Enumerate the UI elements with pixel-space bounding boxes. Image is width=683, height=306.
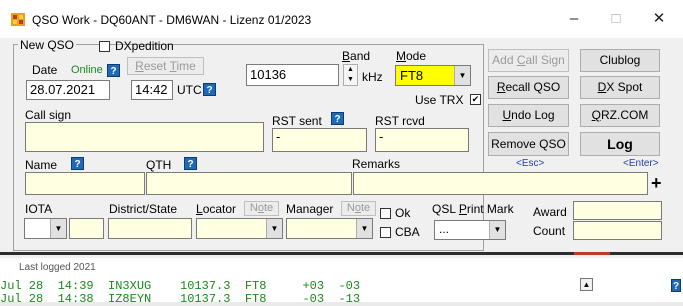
qsl-print-select[interactable]: ... ▼ — [434, 220, 506, 240]
minimize-button[interactable]: – — [554, 4, 594, 34]
award-field[interactable] — [573, 201, 662, 220]
spin-down-icon[interactable]: ▼ — [344, 75, 357, 85]
recall-qso-button[interactable]: Recall QSO — [488, 76, 569, 99]
log-line[interactable]: Jul 28 14:38 IZ8EYN 10137.3 FT8 -03 -13 — [0, 292, 360, 306]
title-bar: QSO Work - DQ60ANT - DM6WAN - Lizenz 01/… — [0, 0, 683, 39]
mode-value: FT8 — [400, 68, 424, 83]
chevron-down-icon[interactable]: ▼ — [454, 66, 470, 85]
call-sign-field[interactable] — [25, 122, 264, 152]
app-icon — [11, 13, 25, 26]
rst-help-icon[interactable]: ? — [331, 112, 344, 125]
dx-spot-button[interactable]: DX Spot — [580, 76, 660, 99]
ok-checkbox[interactable] — [380, 208, 391, 219]
add-call-sign-button[interactable]: Add Call Sign — [488, 49, 569, 72]
count-field[interactable] — [573, 221, 662, 240]
call-sign-label: Call sign — [25, 108, 72, 122]
ok-label: Ok — [395, 206, 411, 220]
name-label: Name — [25, 158, 58, 172]
remarks-label: Remarks — [352, 157, 401, 171]
log-line[interactable]: Jul 28 14:39 IN3XUG 10137.3 FT8 +03 -03 — [0, 279, 360, 293]
utc-help-icon[interactable]: ? — [203, 83, 216, 96]
chevron-down-icon[interactable]: ▼ — [50, 219, 66, 238]
district-field[interactable] — [108, 218, 192, 239]
scroll-up-icon[interactable]: ▲ — [580, 278, 593, 291]
close-button[interactable]: ✕ — [639, 4, 679, 34]
rst-sent-field[interactable]: - — [272, 128, 367, 152]
rst-rcvd-field[interactable]: - — [375, 128, 469, 152]
log-panel: Last logged 2021 Jul 28 14:39 IN3XUG 101… — [0, 258, 683, 306]
log-help-icon[interactable]: ? — [671, 279, 681, 292]
count-label: Count — [533, 224, 566, 238]
rst-rcvd-label: RST rcvd — [375, 114, 425, 128]
chevron-down-icon[interactable]: ▼ — [489, 221, 505, 239]
iota-select[interactable]: ▼ — [24, 218, 67, 239]
enter-hint: <Enter> — [623, 158, 659, 169]
qsl-print-label: QSL Print Mark — [432, 202, 514, 216]
khz-label: kHz — [362, 70, 383, 84]
manager-note-button[interactable]: Note — [341, 201, 376, 216]
window-title: QSO Work - DQ60ANT - DM6WAN - Lizenz 01/… — [32, 13, 312, 27]
maximize-button[interactable]: □ — [596, 4, 636, 34]
qsl-print-value: ... — [439, 222, 450, 236]
log-button[interactable]: Log — [580, 132, 660, 156]
remove-qso-button[interactable]: Remove QSO — [488, 132, 569, 156]
rst-sent-label: RST sent — [272, 114, 322, 128]
progress-marker — [574, 252, 610, 255]
cba-label: CBA — [395, 225, 420, 239]
chevron-down-icon[interactable]: ▼ — [356, 219, 372, 238]
qso-form: New QSO DXpedition Date Online ? Reset T… — [0, 38, 683, 258]
esc-hint: <Esc> — [516, 158, 545, 169]
group-legend: New QSO — [18, 38, 77, 52]
time-field[interactable]: 14:42 — [131, 80, 173, 100]
locator-select[interactable]: ▼ — [196, 218, 283, 239]
locator-note-button[interactable]: Note — [244, 201, 279, 216]
locator-label: Locator — [196, 202, 237, 216]
date-field[interactable]: 28.07.2021 — [26, 80, 110, 100]
qth-field[interactable] — [146, 172, 352, 195]
remarks-field[interactable] — [353, 172, 648, 195]
mode-select[interactable]: FT8 ▼ — [395, 65, 471, 86]
online-status: Online — [71, 64, 103, 76]
name-field[interactable] — [25, 172, 145, 195]
band-label: Band — [342, 49, 371, 63]
date-help-icon[interactable]: ? — [107, 64, 120, 77]
cba-checkbox[interactable] — [380, 227, 391, 238]
mode-label: Mode — [396, 49, 427, 63]
dxpedition-checkbox[interactable] — [99, 41, 110, 52]
band-field[interactable]: 10136 — [246, 64, 339, 86]
utc-label: UTC — [177, 83, 202, 97]
manager-label: Manager — [286, 202, 334, 216]
band-spinner[interactable]: ▲ ▼ — [343, 64, 358, 86]
reset-time-button[interactable]: Reset Time — [127, 57, 204, 75]
qth-label: QTH — [146, 158, 172, 172]
manager-select[interactable]: ▼ — [286, 218, 373, 239]
iota-label: IOTA — [25, 202, 53, 216]
chevron-down-icon[interactable]: ▼ — [266, 219, 282, 238]
qrz-button[interactable]: QRZ.COM — [580, 104, 660, 127]
log-header: Last logged 2021 — [19, 262, 96, 273]
add-remark-button[interactable]: + — [651, 173, 662, 194]
award-label: Award — [533, 205, 567, 219]
district-label: District/State — [109, 202, 178, 216]
use-trx-checkbox[interactable]: ✔ — [470, 94, 481, 105]
dxpedition-label: DXpedition — [115, 39, 174, 53]
clublog-button[interactable]: Clublog — [580, 49, 660, 72]
spin-up-icon[interactable]: ▲ — [344, 65, 357, 75]
use-trx-label: Use TRX — [415, 93, 464, 107]
undo-log-button[interactable]: Undo Log — [488, 104, 569, 127]
name-help-icon[interactable]: ? — [71, 157, 84, 170]
qth-help-icon[interactable]: ? — [184, 157, 197, 170]
iota-number-field[interactable] — [69, 218, 104, 239]
date-label: Date — [32, 63, 58, 77]
